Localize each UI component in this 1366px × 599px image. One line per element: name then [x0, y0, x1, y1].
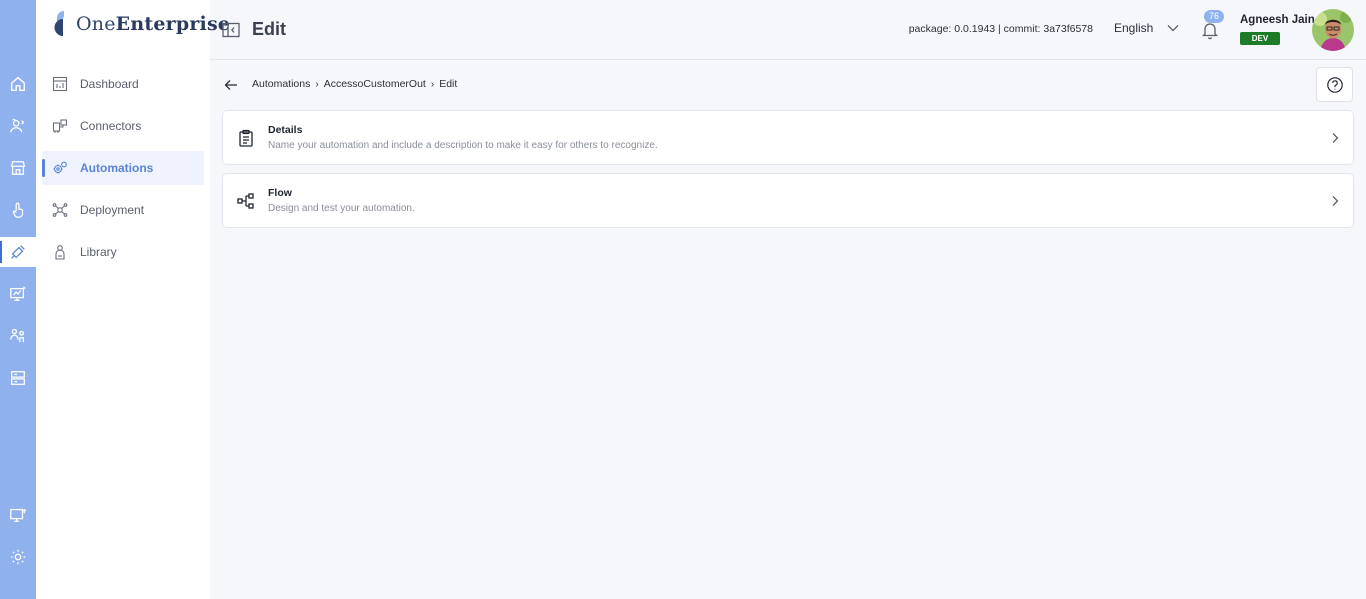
remote-desktop-icon	[10, 508, 27, 522]
breadcrumb-separator-icon: ›	[430, 78, 435, 90]
rail-store[interactable]	[0, 153, 36, 183]
flow-card[interactable]: Flow Design and test your automation.	[222, 173, 1354, 228]
sidebar-item-label: Dashboard	[80, 77, 139, 91]
card-title: Flow	[268, 187, 292, 199]
rail-remote-desktop[interactable]	[0, 500, 36, 530]
page-title: Edit	[252, 19, 286, 39]
breadcrumb-item-automation-name[interactable]: AccessoCustomerOut	[324, 78, 426, 90]
deploy-icon	[52, 203, 68, 217]
help-button[interactable]	[1316, 67, 1353, 102]
chevron-right-icon	[1332, 196, 1339, 206]
avatar[interactable]	[1312, 9, 1354, 51]
logo-mark-icon	[54, 11, 64, 36]
touch-icon	[12, 202, 24, 218]
sidebar-item-connectors[interactable]: Connectors	[42, 109, 204, 143]
icon-rail	[0, 0, 36, 599]
users-icon	[10, 119, 25, 133]
notification-count-badge: 76	[1204, 10, 1224, 23]
breadcrumb: Automations › AccessoCustomerOut › Edit	[252, 78, 457, 90]
env-badge: DEV	[1240, 32, 1280, 45]
rail-home[interactable]	[0, 69, 36, 99]
library-icon	[55, 245, 65, 260]
chevron-down-icon	[1167, 25, 1179, 32]
card-description: Design and test your automation.	[268, 203, 415, 214]
brand-logo[interactable]: OneEnterprise	[52, 10, 230, 36]
store-icon	[10, 161, 26, 175]
breadcrumb-item-current: Edit	[439, 78, 458, 90]
breadcrumb-item-automations[interactable]: Automations	[252, 78, 310, 90]
rail-touch[interactable]	[0, 195, 36, 225]
flow-icon	[237, 193, 254, 209]
sidebar-item-deployment[interactable]: Deployment	[42, 193, 204, 227]
brand-name: OneEnterprise	[76, 13, 231, 35]
home-icon	[11, 76, 25, 91]
clipboard-icon	[239, 129, 253, 147]
rail-people[interactable]	[0, 321, 36, 351]
language-label: English	[1114, 21, 1154, 35]
gears-icon	[53, 161, 67, 174]
sidebar: OneEnterprise Dashboard Connectors Autom…	[36, 0, 230, 599]
card-title: Details	[268, 124, 303, 136]
sidebar-item-label: Automations	[80, 161, 154, 175]
sidebar-item-dashboard[interactable]: Dashboard	[42, 67, 204, 101]
details-card[interactable]: Details Name your automation and include…	[222, 110, 1354, 165]
breadcrumb-separator-icon: ›	[315, 78, 319, 90]
dashboard-icon	[52, 76, 68, 92]
chevron-right-icon	[1332, 133, 1339, 143]
notification-bell-icon[interactable]	[1200, 20, 1220, 40]
monitor-chart-icon	[10, 286, 26, 301]
back-arrow-icon[interactable]	[224, 78, 238, 92]
server-icon	[11, 371, 25, 385]
sidebar-item-label: Deployment	[80, 203, 145, 217]
avatar-image	[1312, 9, 1354, 51]
card-description: Name your automation and include a descr…	[268, 140, 658, 151]
rail-server[interactable]	[0, 363, 36, 393]
people-icon	[10, 328, 25, 343]
settings-icon	[10, 549, 26, 565]
user-name: Agneesh Jain	[1240, 14, 1315, 26]
rail-monitor[interactable]	[0, 279, 36, 309]
sidebar-item-library[interactable]: Library	[42, 235, 204, 269]
rail-automations[interactable]	[0, 237, 36, 267]
help-icon	[1326, 76, 1343, 93]
package-info: package: 0.0.1943 | commit: 3a73f6578	[908, 23, 1093, 35]
sidebar-item-automations[interactable]: Automations	[42, 151, 204, 185]
rail-settings[interactable]	[0, 542, 36, 572]
automation-tools-icon	[11, 245, 25, 259]
collapse-sidebar-icon[interactable]	[222, 22, 240, 38]
sidebar-item-label: Library	[80, 245, 117, 259]
sidebar-item-label: Connectors	[80, 119, 142, 133]
top-header: Edit package: 0.0.1943 | commit: 3a73f65…	[210, 0, 1366, 60]
language-selector[interactable]: English	[1114, 21, 1179, 35]
connector-icon	[52, 119, 68, 133]
rail-users[interactable]	[0, 111, 36, 141]
